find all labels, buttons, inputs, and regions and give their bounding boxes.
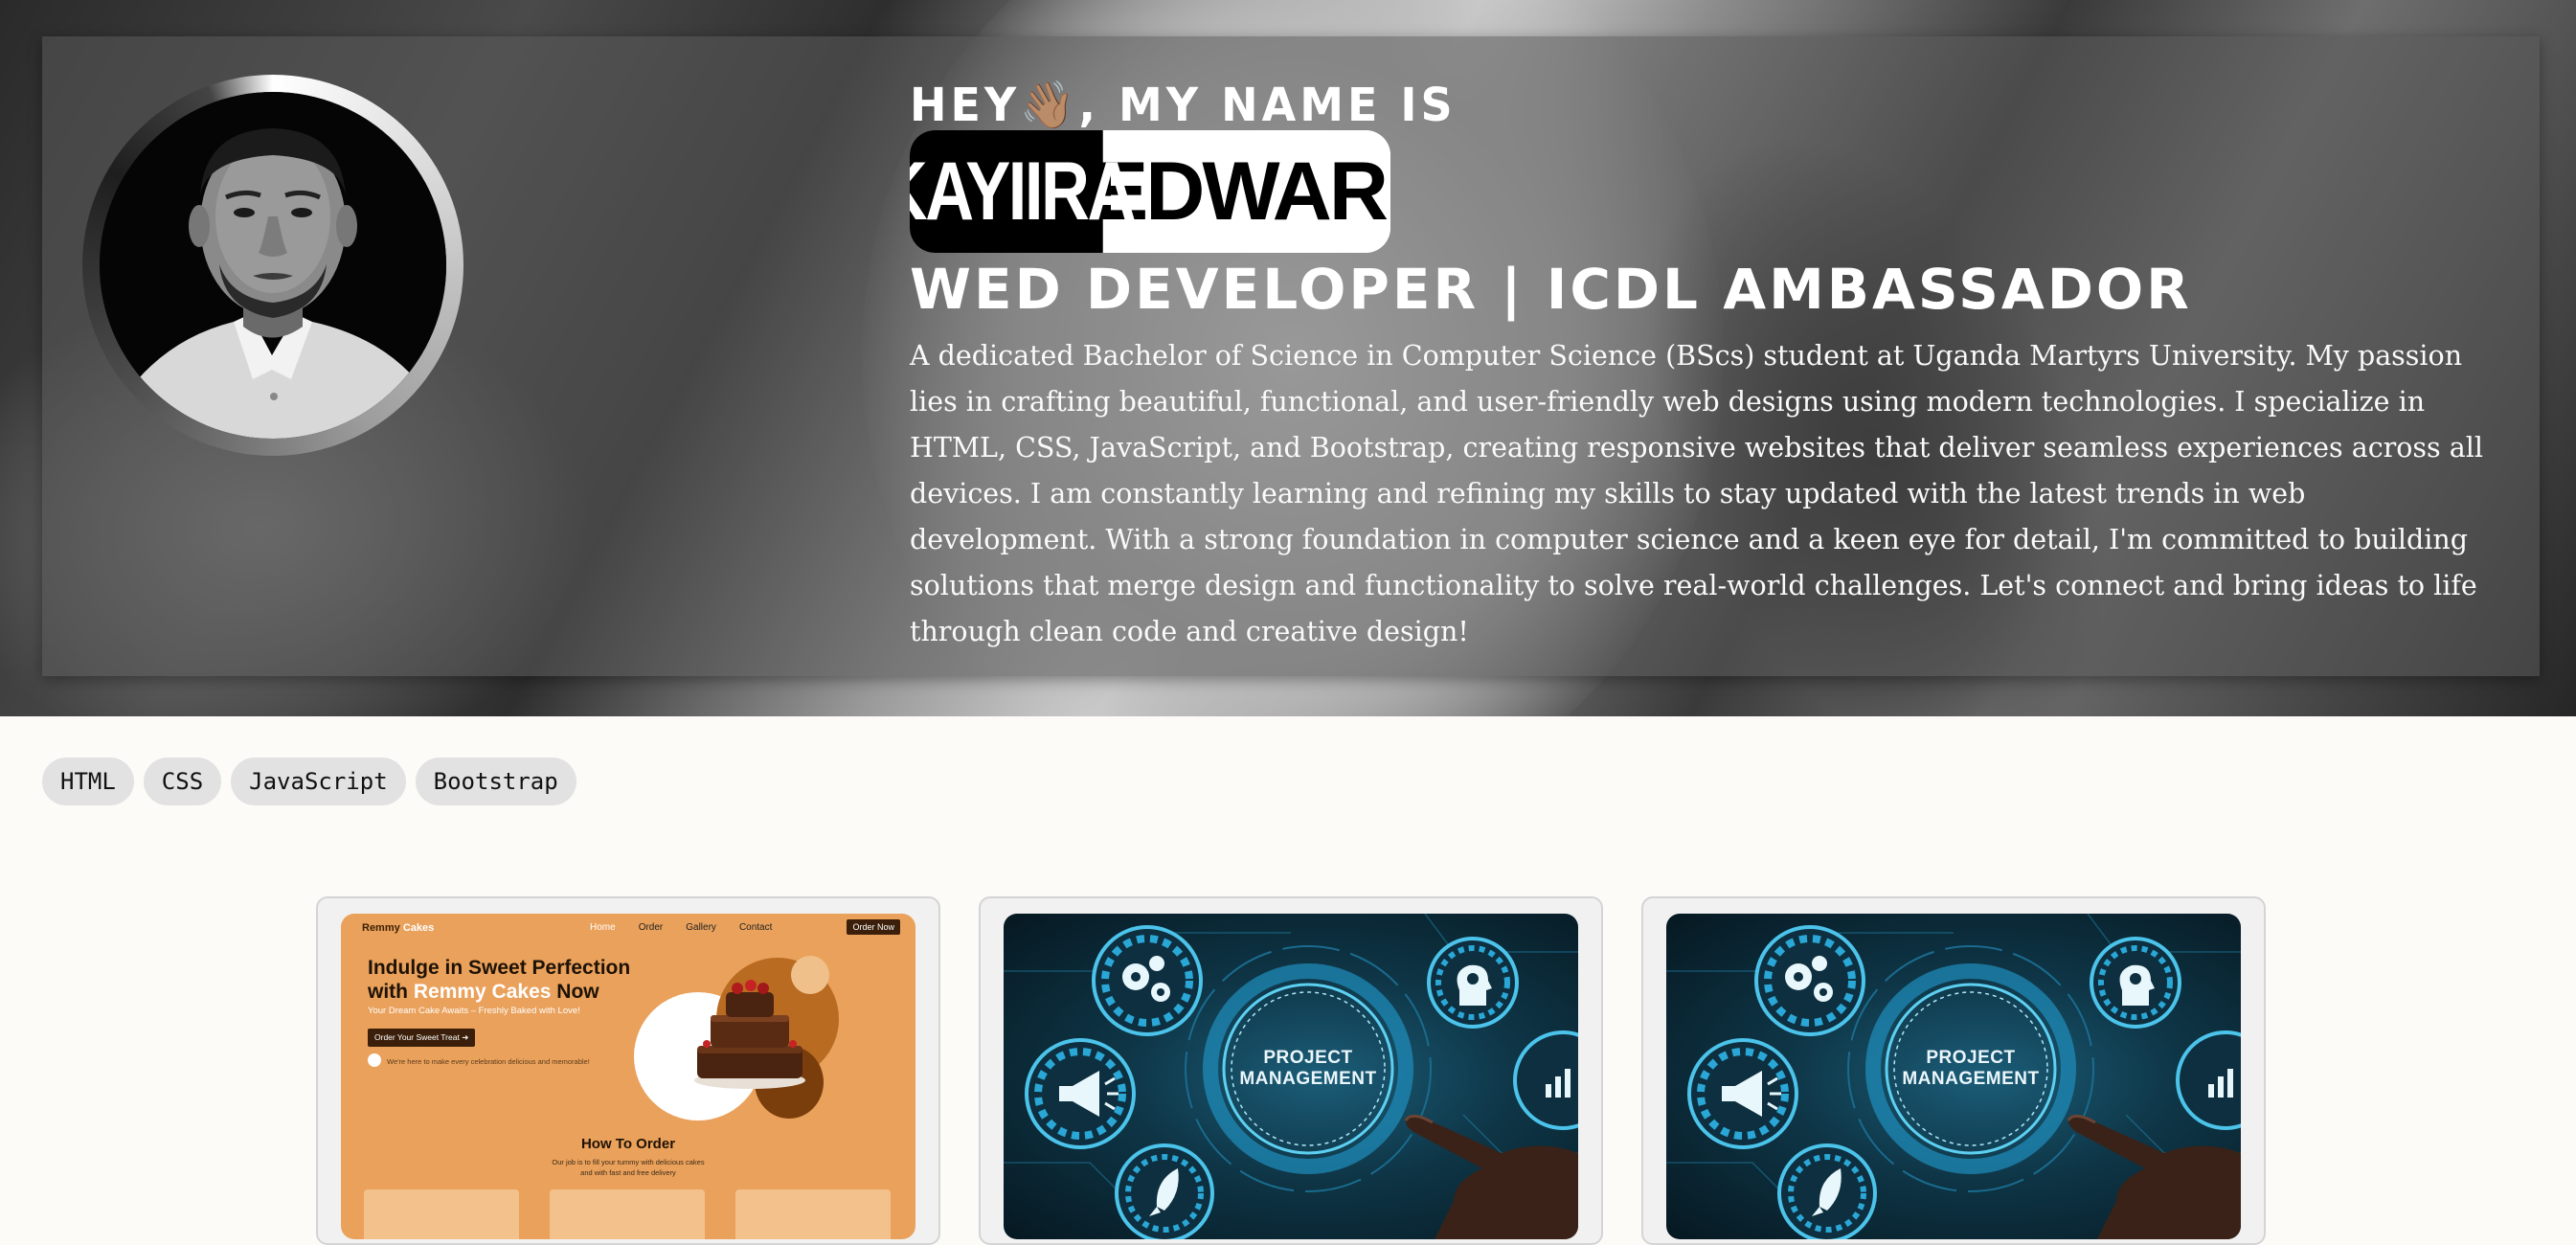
preview-section-sub-2: and with fast and free delivery (580, 1168, 676, 1177)
preview-subtitle: Your Dream Cake Awaits – Freshly Baked w… (368, 1006, 580, 1016)
skill-tag-javascript[interactable]: JavaScript (231, 758, 406, 805)
preview-nav-gallery: Gallery (686, 922, 716, 933)
preview-quote: We're here to make every celebration del… (387, 1057, 590, 1066)
gears-icon (1092, 925, 1203, 1036)
remmy-cakes-preview: Remmy Cakes Home Order Gallery Contact O… (341, 914, 915, 1239)
project-management-image: PROJECT MANAGEMENT (1666, 914, 2241, 1239)
project-thumbnail[interactable]: Remmy Cakes Home Order Gallery Contact O… (341, 914, 915, 1239)
skill-tag-bootstrap[interactable]: Bootstrap (415, 758, 576, 805)
head-gear-icon (2090, 937, 2181, 1029)
preview-headline: Indulge in Sweet Perfection with Remmy C… (368, 956, 665, 1004)
preview-cta-button: Order Your Sweet Treat ➜ (368, 1029, 476, 1047)
preview-section-sub-1: Our job is to fill your tummy with delic… (552, 1158, 705, 1166)
preview-headline-post: Now (556, 981, 599, 1003)
greeting-text: HEY👋🏽, MY NAME IS (910, 77, 1457, 132)
preview-quote-avatar (368, 1053, 381, 1067)
preview-nav-order: Order (638, 922, 664, 933)
skill-tag-css[interactable]: CSS (143, 758, 222, 805)
project-management-label: PROJECT MANAGEMENT (1232, 1048, 1385, 1090)
skill-tag-html[interactable]: HTML (42, 758, 134, 805)
project-card-project-management[interactable]: PROJECT MANAGEMENT (979, 896, 1603, 1245)
project-thumbnail[interactable]: PROJECT MANAGEMENT (1004, 914, 1578, 1239)
portrait-illustration (100, 92, 446, 439)
pointing-hand-icon (1404, 1114, 1578, 1239)
preview-section-title: How To Order (580, 1136, 676, 1152)
megaphone-icon (1025, 1038, 1136, 1149)
chart-icon (1513, 1030, 1578, 1130)
pointing-hand-icon (2067, 1114, 2241, 1239)
avatar-photo (100, 92, 446, 439)
preview-step-card (735, 1189, 891, 1239)
preview-nav-contact: Contact (738, 922, 773, 933)
megaphone-icon (1687, 1038, 1798, 1149)
preview-step-card (550, 1189, 705, 1239)
preview-order-now-button: Order Now (847, 919, 900, 935)
preview-brand-suffix: Cakes (402, 922, 435, 934)
project-thumbnail[interactable]: PROJECT MANAGEMENT (1666, 914, 2241, 1239)
preview-navbar: Remmy Cakes Home Order Gallery Contact O… (362, 919, 900, 937)
pm-label-line-1: PROJECT (1263, 1048, 1353, 1068)
rocket-icon (1777, 1143, 1877, 1239)
pm-label-line-2: MANAGEMENT (1239, 1069, 1377, 1089)
first-name: KAYIIRA (910, 145, 1136, 238)
preview-brand-prefix: Remmy (362, 922, 400, 934)
project-card-remmy-cakes[interactable]: Remmy Cakes Home Order Gallery Contact O… (316, 896, 940, 1245)
role-title: WED DEVELOPER | ICDL AMBASSADOR (910, 257, 2192, 322)
project-management-label: PROJECT MANAGEMENT (1894, 1048, 2047, 1090)
preview-step-card (364, 1189, 519, 1239)
skill-tags: HTML CSS JavaScript Bootstrap (42, 758, 576, 805)
name-badge: KAYIIRA EDWARD (910, 130, 1390, 253)
avatar (82, 75, 463, 456)
cake-icon (694, 980, 805, 1089)
project-management-image: PROJECT MANAGEMENT (1004, 914, 1578, 1239)
bio-paragraph: A dedicated Bachelor of Science in Compu… (910, 340, 2483, 647)
pm-label-line-1: PROJECT (1926, 1048, 2016, 1068)
hero-section: HEY👋🏽, MY NAME IS KAYIIRA EDWARD WED DEV… (0, 0, 2576, 716)
rocket-icon (1115, 1143, 1214, 1239)
preview-nav-home: Home (590, 922, 616, 933)
preview-nav-links: Home Order Gallery Contact (590, 922, 772, 933)
chart-icon (2176, 1030, 2241, 1130)
preview-section-subtitle: Our job is to fill your tummy with delic… (341, 1157, 915, 1178)
pm-label-line-2: MANAGEMENT (1902, 1069, 2040, 1089)
head-gear-icon (1427, 937, 1519, 1029)
last-name-block: EDWARD (1094, 130, 1390, 253)
last-name: EDWARD (1093, 145, 1390, 238)
preview-brand: Remmy Cakes (362, 922, 434, 934)
preview-headline-highlight: Remmy Cakes (413, 981, 552, 1003)
first-name-block: KAYIIRA (910, 130, 1136, 253)
gears-icon (1754, 925, 1865, 1036)
project-card-project-management-2[interactable]: PROJECT MANAGEMENT (1641, 896, 2266, 1245)
